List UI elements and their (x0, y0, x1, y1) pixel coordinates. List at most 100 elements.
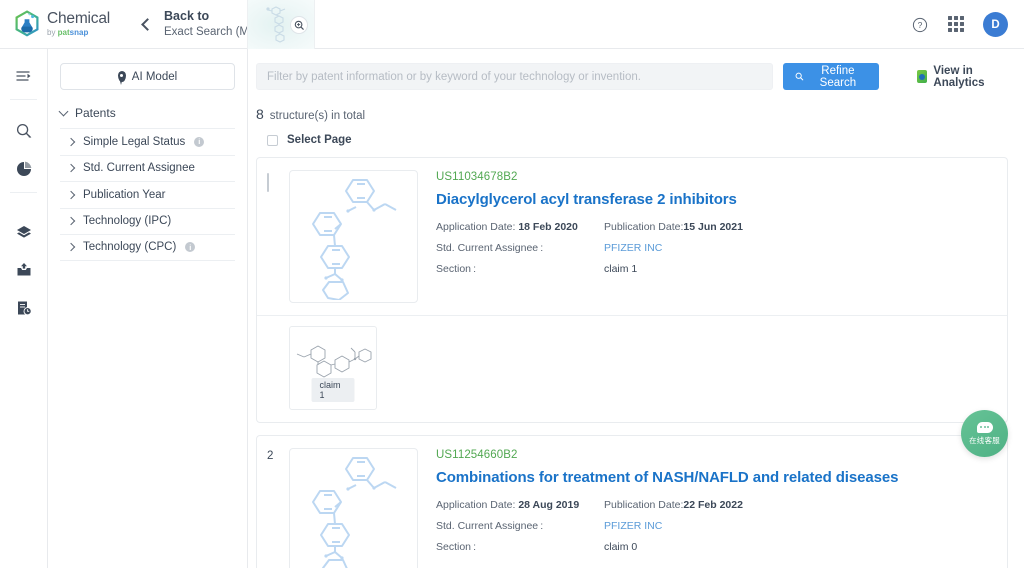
patent-number[interactable]: US11034678B2 (436, 171, 854, 183)
result-checkbox[interactable] (267, 173, 269, 192)
pie-chart-icon (17, 161, 32, 176)
metadata-row: Application Date: 28 Aug 2019 Publicatio… (436, 499, 898, 511)
metadata-row: Std. Current Assignee : PFIZER INC (436, 520, 898, 532)
sidebar-item-history[interactable] (0, 289, 48, 327)
result-card-main: 2 US11254660B2 Combinations for treatmen… (257, 436, 1007, 568)
structure-thumbnail[interactable] (289, 170, 418, 303)
icon-rail (0, 49, 48, 568)
rail-divider-1 (10, 99, 37, 100)
metadata-row: Section : claim 1 (436, 263, 854, 275)
chevron-down-icon (58, 106, 69, 117)
result-index: 2 (267, 450, 274, 462)
search-input[interactable] (267, 70, 762, 83)
search-toolbar: Refine Search View in Analytics (256, 63, 1008, 90)
assignee-value[interactable]: PFIZER INC (604, 520, 854, 532)
analytics-app-icon (917, 70, 928, 83)
results-list: US11034678B2 Diacylglycerol acyl transfe… (256, 157, 1008, 568)
main-content: Refine Search View in Analytics 8 struct… (248, 49, 1024, 568)
filter-item[interactable]: Std. Current Assignee (60, 154, 235, 182)
view-in-analytics-label: View in Analytics (933, 64, 985, 89)
search-icon (795, 72, 804, 81)
metadata-row: Std. Current Assignee : PFIZER INC (436, 242, 854, 254)
layers-icon (17, 226, 31, 238)
chevron-right-icon (66, 190, 76, 199)
publication-date-value: 15 Jun 2021 (683, 221, 743, 233)
patent-number[interactable]: US11254660B2 (436, 449, 898, 461)
info-icon[interactable]: i (194, 136, 205, 147)
magnify-structure-button[interactable] (290, 16, 308, 34)
sidebar-item-search[interactable] (0, 112, 48, 150)
sidebar-item-analytics[interactable] (0, 150, 48, 188)
select-page-label: Select Page (287, 134, 352, 146)
filter-sidebar: AI Model Patents Simple Legal Status i S… (48, 49, 248, 568)
help-icon[interactable]: ? (911, 16, 929, 34)
brand-tagline: by patsnap (47, 27, 89, 37)
svg-text:?: ? (918, 20, 923, 30)
location-pin-icon (117, 71, 126, 85)
filter-item-label: Technology (IPC) (83, 215, 172, 228)
filter-item[interactable]: Publication Year (60, 181, 235, 208)
filter-item[interactable]: Simple Legal Status i (60, 128, 235, 155)
publication-date-label: Publication Date: (604, 499, 684, 511)
brand-logo[interactable]: Chemical by patsnap (14, 10, 110, 38)
result-card-main: US11034678B2 Diacylglycerol acyl transfe… (257, 158, 1007, 315)
result-select-cell (267, 170, 289, 303)
chevron-right-icon (66, 217, 76, 226)
claim-thumbnail[interactable]: claim 1 (289, 326, 377, 410)
filter-item-label: Technology (CPC) (83, 241, 177, 254)
sidebar-item-export[interactable] (0, 251, 48, 289)
view-in-analytics-button[interactable]: View in Analytics (917, 65, 1008, 89)
section-label: Section : (436, 263, 477, 275)
filter-item[interactable]: Technology (IPC) (60, 207, 235, 235)
patent-title[interactable]: Combinations for treatment of NASH/NAFLD… (436, 469, 898, 486)
result-details: US11254660B2 Combinations for treatment … (418, 448, 898, 568)
claim-list: claim 1 (257, 315, 1007, 422)
user-avatar[interactable]: D (983, 12, 1008, 37)
report-history-icon (18, 301, 32, 316)
patent-title[interactable]: Diacylglycerol acyl transferase 2 inhibi… (436, 191, 854, 208)
chat-label: 在线客服 (969, 435, 1000, 445)
filter-group-patents[interactable]: Patents (58, 106, 235, 128)
filter-search-box[interactable] (256, 63, 773, 90)
patent-metadata: Application Date: 28 Aug 2019 Publicatio… (436, 499, 898, 553)
patent-metadata: Application Date: 18 Feb 2020 Publicatio… (436, 221, 854, 275)
assignee-value[interactable]: PFIZER INC (604, 242, 854, 254)
chat-bubble-icon (976, 421, 993, 433)
application-date-label: Application Date: (436, 221, 516, 233)
section-label: Section : (436, 541, 477, 553)
chemical-structure-image (311, 178, 396, 300)
publication-date-value: 22 Feb 2022 (683, 499, 743, 511)
info-icon[interactable]: i (185, 242, 196, 253)
filter-item[interactable]: Technology (CPC) i (60, 234, 235, 261)
refine-search-label: Refine Search (819, 64, 857, 89)
rail-divider-2 (10, 192, 37, 193)
app-root: Chemical by patsnap Back to Exact Search… (0, 0, 1024, 568)
section-value: claim 0 (604, 541, 638, 553)
metadata-row: Application Date: 18 Feb 2020 Publicatio… (436, 221, 854, 233)
header-actions: ? D (911, 0, 1008, 49)
result-details: US11034678B2 Diacylglycerol acyl transfe… (418, 170, 854, 303)
sidebar-item-collapse[interactable] (0, 57, 48, 95)
apps-grid-icon[interactable] (947, 15, 965, 34)
sidebar-item-library[interactable] (0, 213, 48, 251)
total-count: 8 (256, 106, 264, 122)
ai-model-label: AI Model (131, 70, 178, 83)
ai-model-button[interactable]: AI Model (60, 63, 235, 90)
application-date-value: 18 Feb 2020 (518, 221, 578, 233)
filter-group-label: Patents (75, 106, 116, 120)
online-support-chat-button[interactable]: 在线客服 (961, 410, 1008, 457)
structure-thumbnail[interactable] (289, 448, 418, 568)
refine-search-button[interactable]: Refine Search (783, 63, 879, 90)
filter-item-list: Simple Legal Status i Std. Current Assig… (60, 128, 235, 261)
collapse-menu-icon (16, 71, 31, 81)
query-structure-preview[interactable] (247, 0, 315, 49)
result-card: 2 US11254660B2 Combinations for treatmen… (256, 435, 1008, 568)
assignee-label: Std. Current Assignee : (436, 520, 544, 532)
filter-item-label: Simple Legal Status (83, 135, 186, 148)
select-page-checkbox[interactable] (267, 134, 278, 146)
chevron-right-icon (66, 164, 76, 173)
app-header: Chemical by patsnap Back to Exact Search… (0, 0, 1024, 49)
metadata-row: Section : claim 0 (436, 541, 898, 553)
chevron-right-icon (66, 137, 76, 146)
export-inbox-icon (17, 263, 31, 276)
